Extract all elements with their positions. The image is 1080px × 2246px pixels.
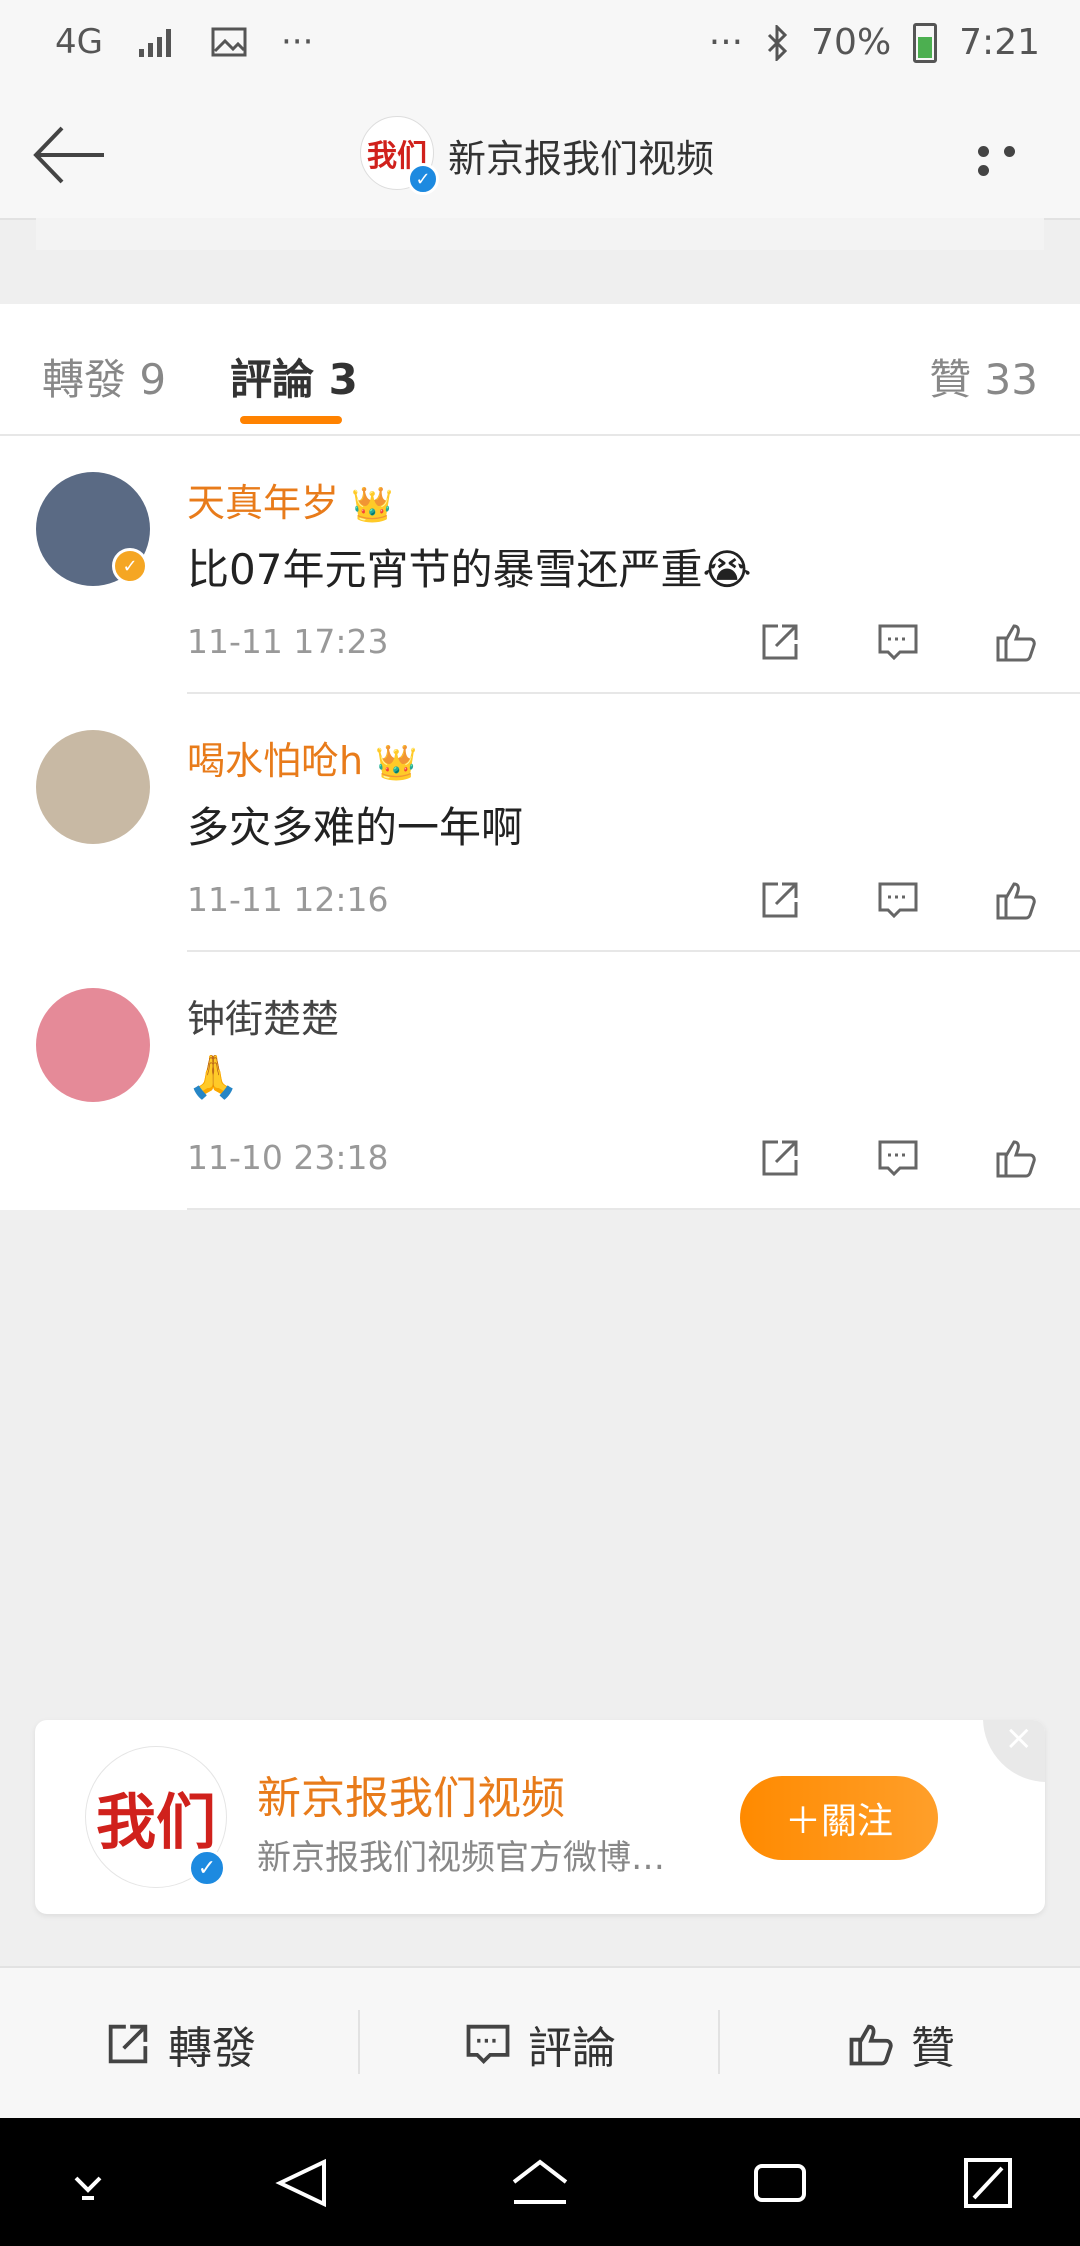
tab-comments[interactable]: 評論 3 (230, 346, 358, 407)
comment-label: 評論 (528, 2023, 616, 2074)
reply-icon[interactable] (874, 1134, 922, 1182)
repost-label: 轉發 (168, 2023, 256, 2074)
comment-time: 11-11 12:16 (187, 880, 389, 919)
like-icon[interactable] (992, 876, 1040, 924)
status-more-right: ··· (708, 22, 744, 63)
comment-item: 喝水怕呛h 👑 多灾多难的一年啊 11-11 12:16 (0, 694, 1080, 952)
comment-username[interactable]: 钟街楚楚 (187, 988, 339, 1043)
back-icon[interactable] (272, 2158, 332, 2208)
comment-button[interactable]: 評論 (360, 1968, 718, 2120)
username-text: 喝水怕呛h (187, 739, 364, 783)
clock: 7:21 (959, 22, 1040, 63)
tab-likes[interactable]: 贊 33 (929, 346, 1038, 407)
comment-text: 多灾多难的一年啊 (187, 803, 524, 852)
reply-icon[interactable] (874, 876, 922, 924)
like-icon (849, 2024, 893, 2066)
home-icon[interactable] (510, 2158, 570, 2208)
status-more-left: ··· (280, 22, 314, 62)
divider (187, 1208, 1080, 1210)
share-icon[interactable] (756, 618, 804, 666)
signal-icon (138, 29, 171, 57)
comment-text: 🙏 (187, 1052, 240, 1101)
tab-reposts[interactable]: 轉發 9 (42, 346, 166, 407)
system-nav-bar (0, 2118, 1080, 2246)
back-arrow-icon[interactable] (30, 120, 110, 190)
verified-icon: ✓ (407, 163, 439, 195)
status-bar: 4G ··· ··· 70% 7:21 (0, 0, 1080, 90)
bottom-action-bar: 轉發 評論 贊 (0, 1966, 1080, 2120)
tab-bar: 轉發 9 評論 3 贊 33 (0, 304, 1080, 436)
card-logo: 我们 (96, 1787, 216, 1858)
comment-username[interactable]: 喝水怕呛h 👑 (187, 730, 417, 785)
card-avatar[interactable]: 我们 ✓ (85, 1746, 227, 1888)
recent-apps-icon[interactable] (750, 2158, 810, 2208)
comment-item: ✓ 天真年岁 👑 比07年元宵节的暴雪还严重😭 11-11 17:23 (0, 436, 1080, 694)
comment-list: ✓ 天真年岁 👑 比07年元宵节的暴雪还严重😭 11-11 17:23 喝水怕呛h… (0, 436, 1080, 1210)
card-description: 新京报我们视频官方微博… (257, 1838, 665, 1878)
verified-icon: ✓ (112, 548, 148, 584)
username-text: 天真年岁 (187, 481, 340, 525)
share-icon[interactable] (756, 876, 804, 924)
verified-icon: ✓ (188, 1849, 226, 1887)
comment-actions (756, 1134, 1040, 1182)
comment-time: 11-10 23:18 (187, 1138, 389, 1177)
comment-item: 钟街楚楚 🙏 11-10 23:18 (0, 952, 1080, 1210)
image-icon (211, 27, 247, 57)
avatar[interactable] (36, 988, 150, 1102)
status-left: 4G ··· (55, 22, 313, 62)
crown-icon: 👑 (351, 485, 394, 525)
comment-time: 11-11 17:23 (187, 622, 389, 661)
battery-icon (913, 22, 938, 63)
like-button[interactable]: 贊 (720, 1968, 1080, 2120)
reply-icon[interactable] (874, 618, 922, 666)
close-icon[interactable]: × (983, 1720, 1045, 1782)
more-options-icon[interactable] (978, 142, 1048, 176)
username-text: 钟街楚楚 (187, 997, 340, 1041)
follow-button[interactable]: ＋關注 (740, 1776, 938, 1860)
content-placeholder (36, 218, 1044, 250)
repost-button[interactable]: 轉發 (0, 1968, 358, 2120)
like-icon[interactable] (992, 1134, 1040, 1182)
comment-actions (756, 876, 1040, 924)
like-icon[interactable] (992, 618, 1040, 666)
share-icon[interactable] (756, 1134, 804, 1182)
share-icon (108, 2024, 148, 2064)
status-right: ··· 70% 7:21 (709, 22, 1040, 63)
page-title[interactable]: 新京报我们视频 (448, 128, 714, 183)
card-name[interactable]: 新京报我们视频 (257, 1762, 565, 1826)
avatar[interactable] (36, 730, 150, 844)
bluetooth-icon (768, 24, 788, 61)
comment-username[interactable]: 天真年岁 👑 (187, 472, 393, 527)
battery-percent: 70% (811, 22, 892, 63)
follow-card: 我们 ✓ 新京报我们视频 新京报我们视频官方微博… ＋關注 × (35, 1720, 1045, 1914)
comment-icon (466, 2024, 510, 2065)
top-bar: 我们 ✓ 新京报我们视频 (0, 90, 1080, 220)
network-indicator: 4G (55, 22, 103, 62)
active-tab-indicator (240, 416, 342, 424)
account-avatar[interactable]: 我们 ✓ (360, 116, 439, 195)
chevron-down-icon[interactable] (58, 2158, 118, 2208)
crown-icon: 👑 (375, 743, 418, 783)
expand-icon[interactable] (958, 2158, 1018, 2208)
comment-text: 比07年元宵节的暴雪还严重😭 (187, 545, 752, 594)
like-label: 贊 (911, 2023, 955, 2074)
comment-actions (756, 618, 1040, 666)
